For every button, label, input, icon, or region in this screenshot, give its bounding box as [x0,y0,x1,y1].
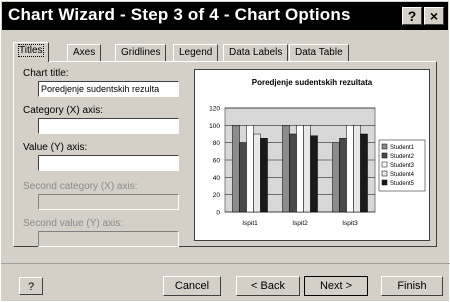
x-tick-label: Ispit3 [342,220,358,227]
back-button[interactable]: < Back [236,276,300,296]
legend-swatch [381,143,388,150]
legend-label: Student1 [390,145,415,151]
value-y-label: Value (Y) axis: [23,142,88,153]
tab-data-labels[interactable]: Data Labels [223,44,289,61]
legend-swatch [381,161,388,168]
x-tick-label: Ispit2 [292,220,308,227]
tab-titles-label: Titles [18,44,44,57]
bar [346,125,354,213]
close-button[interactable]: × [424,7,444,25]
bar [289,133,297,213]
chart-preview: Poredjenje sudentskih rezultata 0 20 40 60 8… [194,69,430,241]
second-category-label: Second category (X) axis: [23,181,138,192]
y-tick-label: 40 [213,175,221,182]
y-tick-label: 100 [209,123,220,130]
cancel-button[interactable]: Cancel [163,276,221,296]
category-x-label: Category (X) axis: [23,105,104,116]
tab-titles[interactable]: Titles [13,42,49,62]
chart-title-label: Chart title: [23,68,69,79]
bar [339,138,347,213]
bar [360,133,368,213]
y-tick-label: 80 [213,140,221,147]
chart-svg: 0 20 40 60 80 100 120 Ispit1 Ispit2 Ispit3 Student… [209,106,426,227]
dialog-title: Chart Wizard - Step 3 of 4 - Chart Optio… [8,5,351,24]
bar [246,125,254,213]
legend-label: Student3 [390,163,415,169]
next-button[interactable]: Next > [304,276,368,296]
second-category-input [38,194,179,210]
bar [232,125,240,213]
legend-label: Student2 [390,154,415,160]
value-y-input[interactable] [38,155,179,171]
finish-button[interactable]: Finish [381,276,443,296]
bar [282,125,290,213]
second-value-input [38,231,179,247]
y-tick-label: 20 [213,192,221,199]
bar [253,133,261,213]
bar [296,125,304,213]
legend-label: Student4 [390,172,415,178]
bar [260,138,268,213]
chart-wizard-dialog: Chart Wizard - Step 3 of 4 - Chart Optio… [0,0,450,302]
legend-swatch [381,179,388,186]
legend-swatch [381,170,388,177]
second-value-label: Second value (Y) axis: [23,218,124,229]
category-x-input[interactable] [38,118,179,134]
legend-label: Student5 [390,181,415,187]
bar [303,125,311,213]
bar [310,135,318,213]
bar [239,142,247,213]
legend-swatch [381,152,388,159]
y-tick-label: 120 [209,106,220,113]
tab-legend[interactable]: Legend [173,44,219,61]
bar [353,125,361,213]
tab-gridlines[interactable]: Gridlines [115,44,167,61]
x-tick-label: Ispit1 [242,220,258,227]
footer-separator [1,263,450,264]
tab-data-table[interactable]: Data Table [289,44,349,61]
y-tick-label: 0 [216,210,220,217]
y-tick-label: 60 [213,158,221,165]
help-button[interactable]: ? [19,277,43,295]
chart-title-input[interactable]: Poredjenje sudentskih rezulta [38,81,179,97]
title-bar: Chart Wizard - Step 3 of 4 - Chart Optio… [2,2,448,30]
bar [332,142,340,213]
tab-axes[interactable]: Axes [67,44,102,61]
help-title-button[interactable]: ? [402,7,422,25]
